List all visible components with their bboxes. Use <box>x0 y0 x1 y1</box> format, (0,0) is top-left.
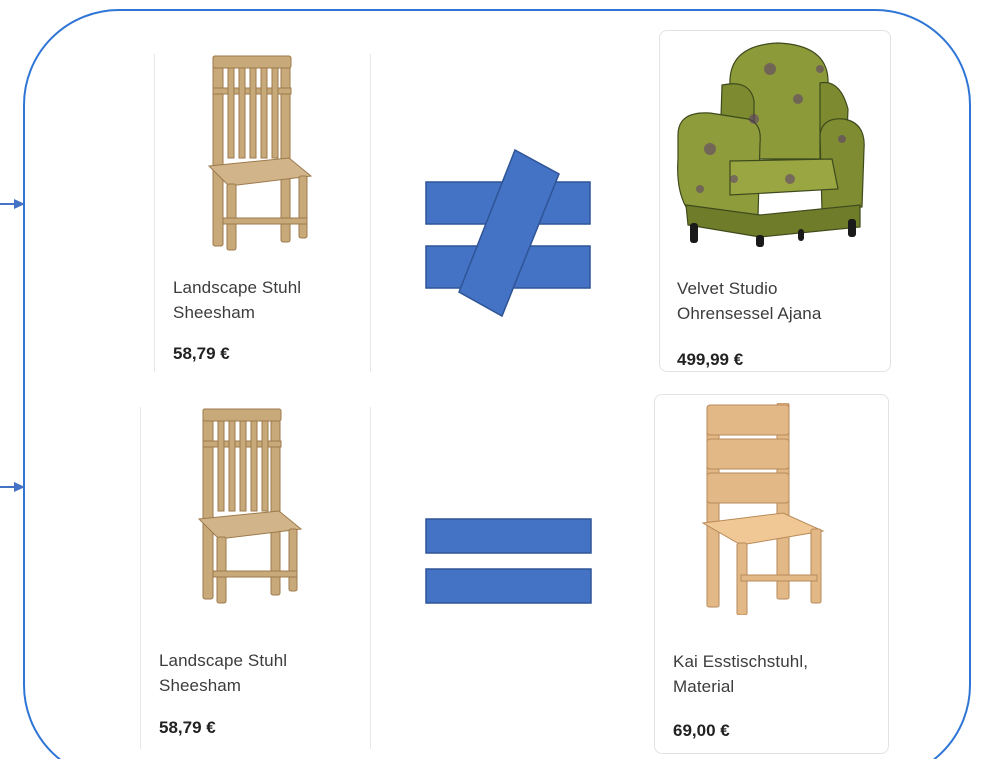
product-card-kai-esstischstuhl[interactable]: Kai Esstischstuhl, Material 69,00 € <box>654 394 889 754</box>
product-price: 58,79 € <box>173 344 230 363</box>
wooden-chair-image <box>197 408 303 604</box>
product-card-velvet-studio[interactable]: Velvet Studio Ohrensessel Ajana 499,99 € <box>659 30 891 372</box>
wooden-chair-image <box>701 403 825 615</box>
product-name[interactable]: Velvet Studio Ohrensessel Ajana <box>677 276 821 326</box>
product-price: 69,00 € <box>673 721 730 740</box>
wooden-chair-image <box>207 55 313 251</box>
product-price: 58,79 € <box>159 718 216 737</box>
product-card-landscape-stuhl[interactable]: Landscape Stuhl Sheesham 58,79 € <box>154 54 371 372</box>
arrow-right-icon <box>0 199 25 209</box>
arrow-right-icon <box>0 482 25 492</box>
not-equal-icon <box>425 148 591 318</box>
product-price: 499,99 € <box>677 350 744 369</box>
armchair-image <box>677 42 865 247</box>
product-card-landscape-stuhl[interactable]: Landscape Stuhl Sheesham 58,79 € <box>140 407 371 749</box>
product-name[interactable]: Kai Esstischstuhl, Material <box>673 649 808 699</box>
product-name[interactable]: Landscape Stuhl Sheesham <box>159 648 287 698</box>
comparison-diagram: Landscape Stuhl Sheesham 58,79 € Velvet … <box>0 0 982 759</box>
product-name[interactable]: Landscape Stuhl Sheesham <box>173 275 301 325</box>
equals-icon <box>425 518 592 604</box>
